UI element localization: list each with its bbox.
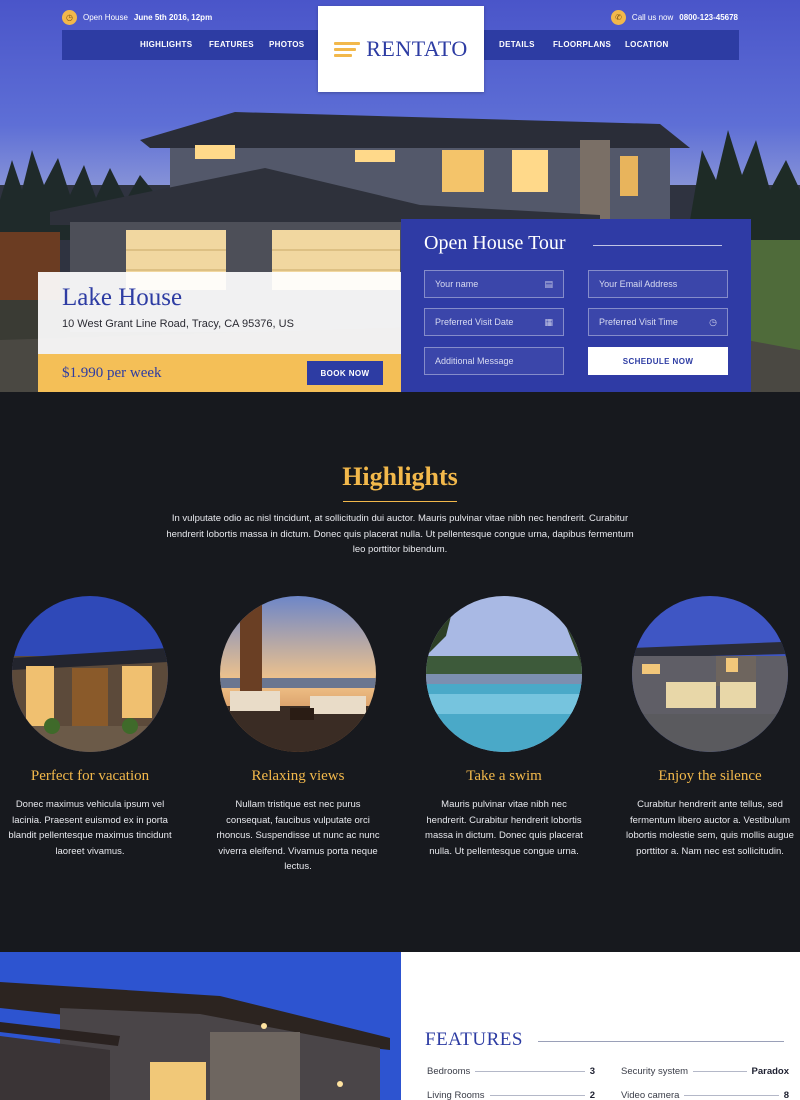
visit-date-input[interactable]: Preferred Visit Date ▦ <box>424 308 564 336</box>
highlights-rule <box>343 501 457 502</box>
spec-row: Living Rooms 2 <box>427 1090 595 1100</box>
spec-label: Bedrooms <box>427 1066 471 1077</box>
highlight-card: Perfect for vacation Donec maximus vehic… <box>0 596 180 859</box>
site-logo[interactable]: RENTATO <box>318 6 484 92</box>
highlight-text: Donec maximus vehicula ipsum vel lacinia… <box>8 799 172 857</box>
message-placeholder: Additional Message <box>435 356 514 366</box>
open-house-info: ◷ Open House June 5th 2016, 12pm <box>62 10 212 25</box>
phone-icon: ✆ <box>610 10 626 25</box>
listing-card: Lake House 10 West Grant Line Road, Trac… <box>38 272 401 392</box>
vacation-photo <box>12 596 168 752</box>
highlights-intro: In vulputate odio ac nisl tincidunt, at … <box>166 513 634 555</box>
highlight-text: Mauris pulvinar vitae nibh nec hendrerit… <box>425 799 583 857</box>
hero-section: ◷ Open House June 5th 2016, 12pm ✆ Call … <box>0 0 800 392</box>
features-rule <box>538 1041 784 1042</box>
highlights-title: Highlights <box>342 462 458 491</box>
highlight-title: Perfect for vacation <box>30 768 150 784</box>
nav-location[interactable]: LOCATION <box>625 30 669 60</box>
spec-value: 3 <box>589 1066 595 1077</box>
spec-label: Security system <box>621 1066 689 1077</box>
features-heading: FEATURES <box>425 1029 523 1050</box>
highlight-title: Enjoy the silence <box>658 768 762 784</box>
spec-label: Video camera <box>621 1090 680 1100</box>
quiet-house-photo <box>632 596 788 752</box>
spec-row: Bedrooms 3 <box>427 1066 595 1077</box>
listing-price: $1.990 per week <box>62 364 162 381</box>
open-house-tour-form: Open House Tour Your name ▤ Your Email A… <box>401 219 751 392</box>
open-house-date: June 5th 2016, 12pm <box>133 13 213 22</box>
clock-icon: ◷ <box>709 316 717 327</box>
email-input[interactable]: Your Email Address <box>588 270 728 298</box>
highlight-title: Take a swim <box>466 768 542 784</box>
highlight-card: Enjoy the silence Curabitur hendrerit an… <box>620 596 800 859</box>
tour-form-title: Open House Tour <box>424 232 566 254</box>
name-input[interactable]: Your name ▤ <box>424 270 564 298</box>
spec-row: Security system Paradox <box>621 1066 789 1077</box>
nav-details[interactable]: DETAILS <box>499 30 535 60</box>
nav-features[interactable]: FEATURES <box>209 30 254 60</box>
phone-number[interactable]: 0800-123-45678 <box>679 13 738 22</box>
nav-photos[interactable]: PHOTOS <box>269 30 304 60</box>
calendar-icon: ▦ <box>544 317 553 327</box>
spec-value: 8 <box>783 1090 789 1100</box>
email-placeholder: Your Email Address <box>599 279 678 289</box>
spec-value: Paradox <box>751 1066 790 1077</box>
spec-row: Video camera 8 <box>621 1090 789 1100</box>
listing-title: Lake House <box>62 284 183 311</box>
logo-text: RENTATO <box>366 36 468 61</box>
call-label: Call us now <box>631 13 674 22</box>
highlight-text: Curabitur hendrerit ante tellus, sed fer… <box>626 799 794 857</box>
id-card-icon: ▤ <box>544 278 553 289</box>
features-house-photo <box>0 952 401 1100</box>
highlight-text: Nullam tristique est nec purus consequat… <box>216 799 380 872</box>
highlight-card: Relaxing views Nullam tristique est nec … <box>208 596 388 875</box>
clock-icon: ◷ <box>62 10 77 25</box>
message-input[interactable]: Additional Message <box>424 347 564 375</box>
open-house-label: Open House <box>83 13 128 22</box>
nav-floorplans[interactable]: FLOORPLANS <box>553 30 611 60</box>
schedule-now-button[interactable]: SCHEDULE NOW <box>588 347 728 375</box>
name-placeholder: Your name <box>435 279 479 289</box>
date-placeholder: Preferred Visit Date <box>435 317 514 327</box>
spec-label: Living Rooms <box>427 1090 485 1100</box>
relaxing-views-photo <box>220 596 376 752</box>
features-panel: FEATURES Bedrooms 3 Security system Para… <box>401 952 800 1100</box>
highlight-title: Relaxing views <box>251 768 345 784</box>
highlight-card: Take a swim Mauris pulvinar vitae nibh n… <box>414 596 594 859</box>
logo-mark-icon <box>334 41 361 57</box>
pool-photo <box>426 596 582 752</box>
listing-address: 10 West Grant Line Road, Tracy, CA 95376… <box>62 318 294 330</box>
tour-title-rule <box>593 245 722 246</box>
book-now-button[interactable]: BOOK NOW <box>307 361 383 385</box>
spec-value: 2 <box>589 1090 595 1100</box>
time-placeholder: Preferred Visit Time <box>599 317 678 327</box>
nav-highlights[interactable]: HIGHLIGHTS <box>140 30 192 60</box>
phone-info: ✆ Call us now 0800-123-45678 <box>610 10 738 25</box>
visit-time-input[interactable]: Preferred Visit Time ◷ <box>588 308 728 336</box>
